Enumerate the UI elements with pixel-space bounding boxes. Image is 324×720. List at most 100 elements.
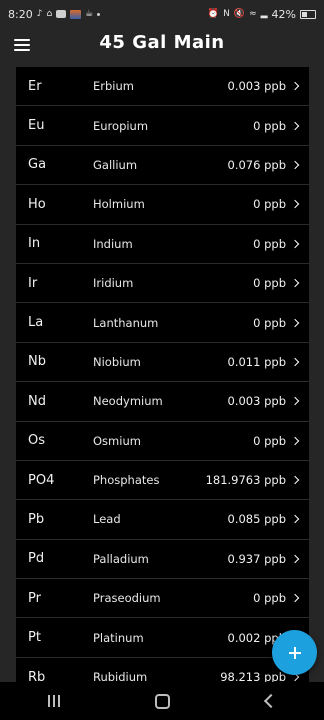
element-name: Platinum [93,630,144,645]
element-value: 0 ppb [253,276,286,291]
element-symbol: Rb [28,669,46,682]
element-symbol: Eu [28,118,45,134]
chevron-right-icon [290,278,300,288]
list-item[interactable]: Ga Gallium 0.076 ppb [16,146,309,186]
chevron-right-icon [290,515,300,524]
chevron-right-icon [290,475,300,485]
element-name: Rubidium [93,670,148,682]
element-symbol: Pr [28,590,41,606]
chevron-right-icon [290,121,300,130]
list-item[interactable]: Ho Holmium 0 ppb [16,185,309,225]
list-item[interactable]: In Indium 0 ppb [16,225,309,264]
status-bar-right: ⏰ N 🔇 ≈ ▂ 42% [208,8,316,21]
status-bar: 8:20 ♪ ⌂ ☕ ⏰ N 🔇 ≈ ▂ 42% [0,0,324,28]
list-item[interactable]: Ir Iridium 0 ppb [16,264,309,304]
chevron-right-icon [290,594,300,603]
element-symbol: Nb [28,354,46,370]
status-time: 8:20 [8,7,33,21]
app-bar: 45 Gal Main [0,28,324,64]
chevron-right-icon [290,436,300,445]
element-symbol: Nd [28,393,46,409]
chevron-right-icon [290,318,300,327]
element-name: Europium [93,118,149,133]
chevron-right-icon [290,554,300,564]
home-button-icon[interactable] [155,693,171,709]
element-value: 0 ppb [253,197,286,212]
list-item[interactable]: Er Erbium 0.003 ppb [16,67,309,107]
element-symbol: Os [28,433,46,449]
element-name: Gallium [93,157,138,172]
element-value: 0.076 ppb [227,157,286,172]
list-item[interactable]: Pr Praseodium 0 ppb [16,579,309,619]
element-symbol: Pb [28,511,45,527]
element-symbol: In [28,236,41,252]
status-bar-left: 8:20 ♪ ⌂ ☕ [8,7,101,21]
chevron-right-icon [290,160,300,170]
tiktok-notification-icon: ♪ [36,8,43,19]
chevron-right-icon [290,357,300,367]
list-item[interactable]: Pb Lead 0.085 ppb [16,500,309,540]
element-name: Holmium [93,197,145,212]
element-value: 0 ppb [253,591,286,606]
recent-apps-icon[interactable] [47,695,60,707]
element-value: 0.003 ppb [227,79,286,94]
element-name: Praseodium [93,591,161,606]
element-value: 0 ppb [253,118,286,133]
element-value: 98.213 ppb [220,670,286,682]
battery-percent: 42% [271,7,296,21]
element-name: Osmium [93,433,141,448]
element-name: Iridium [93,276,134,291]
element-name: Phosphates [93,473,160,488]
list-item[interactable]: PO4 Phosphates 181.9763 ppb [16,461,309,501]
list-item[interactable]: Nb Niobium 0.011 ppb [16,343,309,383]
element-value: 0.085 ppb [227,512,286,527]
element-symbol: Ho [28,196,46,212]
element-value: 0.003 ppb [227,394,286,409]
chevron-right-icon [290,200,300,209]
list-item[interactable]: Pd Palladium 0.937 ppb [16,540,309,580]
element-symbol: PO4 [28,472,55,488]
element-name: Palladium [93,551,149,566]
element-value: 0.011 ppb [227,354,286,369]
element-value: 0 ppb [253,315,286,330]
list-item[interactable]: Os Osmium 0 ppb [16,422,309,461]
element-name: Neodymium [93,394,163,409]
element-symbol: Ir [28,275,38,291]
element-symbol: Er [28,78,42,94]
list-item[interactable]: Eu Europium 0 ppb [16,106,309,146]
wifi-icon: ≈ [249,8,257,19]
element-symbol: La [28,315,44,331]
nfc-icon: N [223,8,230,19]
mute-icon: 🔇 [233,8,246,19]
element-symbol: Pt [28,630,41,646]
more-notifications-icon [97,12,101,16]
add-button[interactable] [272,630,317,675]
element-value: 0 ppb [253,236,286,251]
app-notification-icon [56,10,67,18]
element-name: Niobium [93,354,141,369]
list-item[interactable]: Pt Platinum 0.002 ppb [16,618,309,658]
system-nav-bar [0,682,324,720]
element-name: Erbium [93,79,134,94]
element-name: Lead [93,512,121,527]
element-name: Indium [93,236,133,251]
element-value: 0.937 ppb [227,551,286,566]
list-item[interactable]: La Lanthanum 0 ppb [16,303,309,343]
element-name: Lanthanum [93,315,159,330]
chevron-right-icon [290,239,300,248]
element-symbol: Ga [28,157,47,173]
signal-icon: ▂ [260,8,268,19]
back-button-icon[interactable] [264,693,279,709]
cup-notification-icon: ☕ [85,8,94,19]
battery-icon [300,9,316,19]
page-title: 45 Gal Main [99,32,225,53]
chevron-right-icon [290,81,300,91]
element-list[interactable]: Er Erbium 0.003 ppb Eu Europium 0 ppb Ga Galliu… [16,67,309,682]
list-item[interactable]: Rb Rubidium 98.213 ppb [16,658,309,682]
element-value: 181.9763 ppb [205,473,286,488]
home-notification-icon: ⌂ [46,8,53,19]
element-value: 0 ppb [253,433,286,448]
list-item[interactable]: Nd Neodymium 0.003 ppb [16,382,309,422]
image-notification-icon [70,9,82,19]
chevron-right-icon [290,397,300,406]
